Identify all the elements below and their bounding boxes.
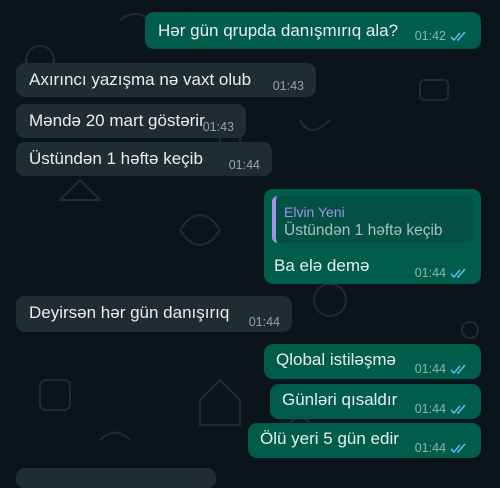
quoted-author: Elvin Yeni (284, 204, 345, 220)
message-bubble-incoming[interactable]: Axırıncı yazışma nə vaxt olub 01:43 (16, 63, 316, 97)
message-bubble-incoming[interactable]: Deyirsən hər gün danışırıq 01:44 (16, 296, 292, 332)
message-bubble-outgoing[interactable]: Hər gün qrupda danışmırıq ala? 01:42 (145, 12, 481, 49)
message-text: Axırıncı yazışma nə vaxt olub (29, 70, 252, 89)
message-meta: 01:44 (415, 359, 469, 379)
message-text: Günləri qısaldır (282, 390, 398, 409)
message-time: 01:44 (248, 315, 280, 329)
message-time: 01:44 (414, 362, 446, 376)
message-bubble-outgoing[interactable]: Qlobal istiləşmə 01:44 (264, 344, 481, 379)
message-time: 01:43 (272, 79, 304, 93)
message-bubble-incoming[interactable]: Üstündən 1 həftə keçib 01:44 (16, 142, 272, 176)
message-meta: 01:43 (273, 76, 304, 96)
message-meta: 01:44 (415, 399, 469, 419)
quoted-message[interactable]: Elvin Yeni Üstündən 1 həftə keçib (272, 196, 473, 243)
message-text: Üstündən 1 həftə keçib (29, 149, 203, 168)
message-text: Məndə 20 mart göstərir (29, 111, 205, 130)
double-check-icon (450, 363, 466, 374)
message-text: Ba elə demə (274, 256, 370, 275)
message-bubble-outgoing[interactable]: Ölü yeri 5 gün edir 01:44 (248, 423, 481, 458)
message-bubble-outgoing[interactable]: Günləri qısaldır 01:44 (270, 384, 481, 419)
message-text: Hər gün qrupda danışmırıq ala? (158, 21, 399, 40)
message-time: 01:44 (414, 441, 446, 455)
message-bubble-incoming[interactable]: Məndə 20 mart göstərir 01:43 (16, 104, 246, 138)
message-bubble-outgoing-reply[interactable]: Elvin Yeni Üstündən 1 həftə keçib Ba elə… (264, 189, 481, 284)
message-meta: 01:44 (229, 155, 260, 175)
message-meta: 01:44 (249, 312, 280, 332)
message-meta: 01:44 (415, 263, 469, 283)
double-check-icon (450, 30, 466, 41)
message-time: 01:44 (414, 266, 446, 280)
message-time: 01:43 (202, 120, 234, 134)
message-time: 01:44 (414, 402, 446, 416)
message-text: Ölü yeri 5 gün edir (260, 429, 399, 448)
message-text: Qlobal istiləşmə (276, 350, 396, 369)
double-check-icon (450, 442, 466, 453)
message-bubble-incoming-partial[interactable] (16, 468, 216, 488)
message-time: 01:42 (414, 29, 446, 43)
message-text: Deyirsən hər gün danışırıq (29, 303, 230, 322)
message-meta: 01:43 (203, 117, 234, 137)
double-check-icon (450, 267, 466, 278)
quoted-text: Üstündən 1 həftə keçib (284, 222, 443, 239)
message-meta: 01:44 (415, 438, 469, 458)
message-time: 01:44 (228, 158, 260, 172)
message-meta: 01:42 (415, 26, 469, 46)
double-check-icon (450, 403, 466, 414)
